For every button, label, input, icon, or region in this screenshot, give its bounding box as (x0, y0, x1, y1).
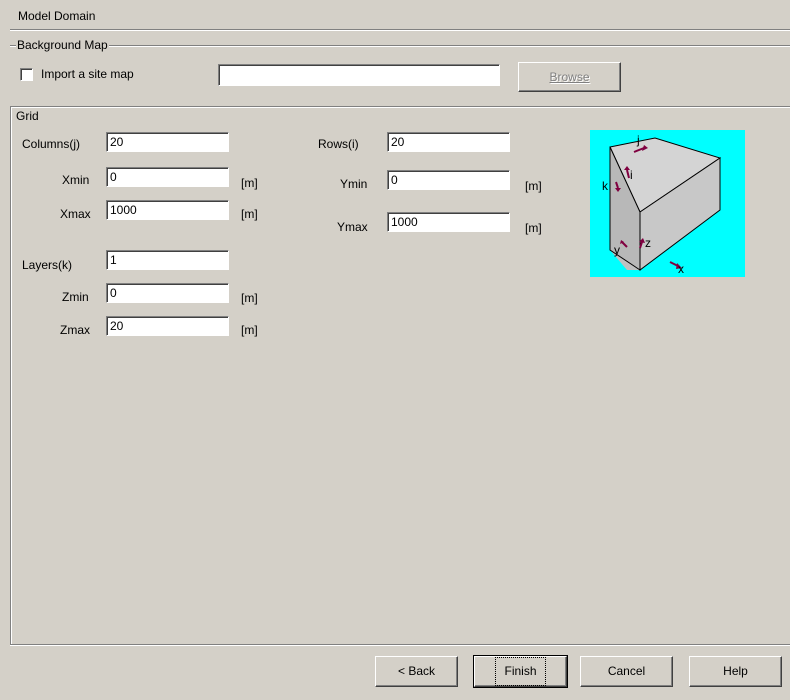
rows-input[interactable]: 20 (387, 132, 510, 152)
axis-i-label: i (630, 168, 633, 182)
page-title: Model Domain (18, 9, 96, 23)
help-button[interactable]: Help (689, 656, 782, 687)
background-map-group-label: Background Map (16, 38, 109, 52)
xmin-label: Xmin (62, 173, 90, 187)
zmin-unit: [m] (241, 291, 258, 305)
zmax-label: Zmax (60, 323, 90, 337)
xmax-label: Xmax (60, 207, 91, 221)
ymax-input[interactable]: 1000 (387, 212, 510, 232)
zmax-unit: [m] (241, 323, 258, 337)
site-map-path-input[interactable] (218, 64, 500, 86)
zmin-label: Zmin (62, 290, 89, 304)
axis-j-label: j (636, 133, 640, 147)
zmax-input[interactable]: 20 (106, 316, 229, 336)
zmin-input[interactable]: 0 (106, 283, 229, 303)
rows-label: Rows(i) (318, 137, 359, 151)
ymax-label: Ymax (337, 220, 368, 234)
finish-button[interactable]: Finish (473, 655, 568, 688)
axis-x-label: x (678, 262, 684, 276)
grid-orientation-diagram: j i k y z x (590, 130, 745, 277)
layers-input[interactable]: 1 (106, 250, 229, 270)
axis-y-label: y (614, 243, 620, 257)
ymin-input[interactable]: 0 (387, 170, 510, 190)
columns-input[interactable]: 20 (106, 132, 229, 152)
back-button[interactable]: < Back (375, 656, 458, 687)
xmax-input[interactable]: 1000 (106, 200, 229, 220)
cancel-button-label: Cancel (607, 664, 646, 678)
axis-k-label: k (602, 179, 609, 193)
columns-label: Columns(j) (22, 137, 81, 151)
grid-group-label: Grid (16, 109, 39, 123)
help-button-label: Help (723, 664, 748, 678)
ymin-unit: [m] (525, 179, 542, 193)
import-site-map-checkbox[interactable] (20, 68, 33, 81)
ymax-unit: [m] (525, 221, 542, 235)
axis-z-label: z (645, 236, 651, 250)
back-button-label: < Back (397, 664, 436, 678)
browse-button-label: Browse (549, 70, 590, 84)
grid-cube-icon: j i k y z x (590, 130, 745, 277)
cancel-button[interactable]: Cancel (580, 656, 673, 687)
xmin-unit: [m] (241, 176, 258, 190)
import-site-map-label: Import a site map (41, 67, 134, 81)
browse-button[interactable]: Browse (518, 62, 621, 92)
xmax-unit: [m] (241, 207, 258, 221)
ymin-label: Ymin (340, 177, 368, 191)
layers-label: Layers(k) (22, 258, 73, 272)
finish-button-label: Finish (495, 657, 546, 686)
xmin-input[interactable]: 0 (106, 167, 229, 187)
